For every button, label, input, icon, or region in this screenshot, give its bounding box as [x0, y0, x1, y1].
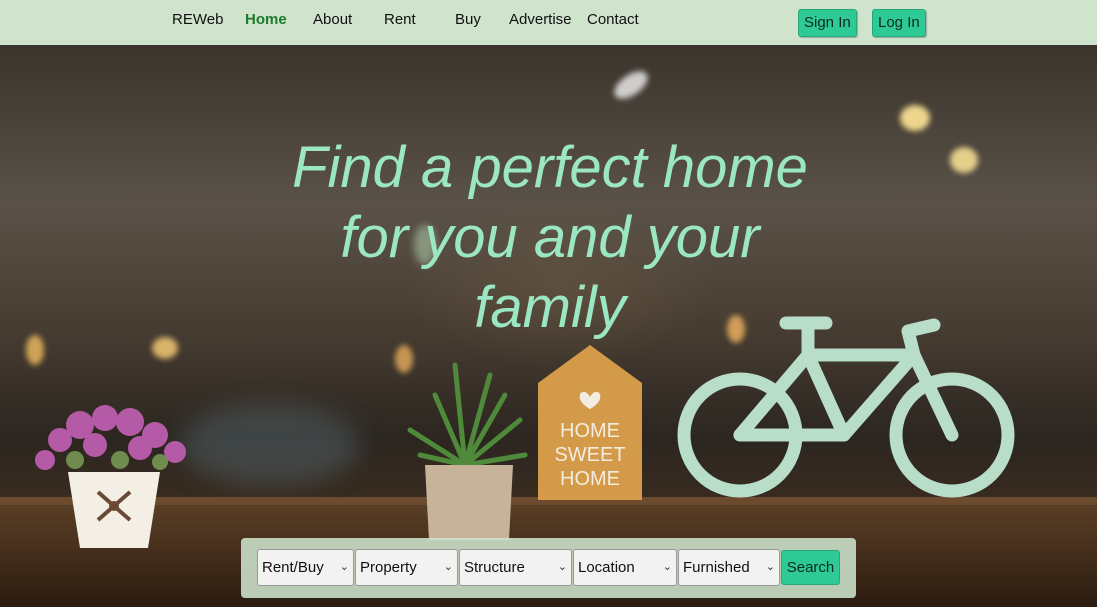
succulent-pot-illustration [407, 362, 528, 540]
property-value: Property [360, 559, 417, 576]
hero-banner: Find a perfect home for you and your fam… [0, 45, 1097, 607]
bokeh-light [152, 337, 178, 359]
sign-in-button[interactable]: Sign In [798, 9, 857, 37]
rent-buy-select[interactable]: Rent/Buy ⌄ [257, 549, 354, 586]
brand-link[interactable]: REWeb [172, 11, 223, 28]
hero-heading-line2: for you and your [340, 205, 760, 270]
furnished-value: Furnished [683, 559, 750, 576]
hero-heading-line1: Find a perfect home [292, 135, 808, 200]
sign-text-line3: HOME [560, 468, 620, 490]
nav-advertise-link[interactable]: Advertise [509, 11, 572, 28]
bokeh-light [609, 65, 653, 105]
sign-text-line2: SWEET [554, 444, 625, 466]
bokeh-light [900, 105, 930, 131]
search-button[interactable]: Search [781, 550, 840, 585]
chevron-down-icon: ⌄ [765, 561, 775, 573]
bokeh-light [950, 147, 978, 173]
bokeh-light [180, 405, 360, 485]
chevron-down-icon: ⌄ [557, 561, 567, 573]
nav-about-link[interactable]: About [313, 11, 352, 28]
flower-pot-illustration [35, 405, 186, 548]
nav-buy-link[interactable]: Buy [455, 11, 481, 28]
property-search-bar: Rent/Buy ⌄ Property ⌄ Structure ⌄ Locati… [241, 538, 856, 598]
top-navbar: REWeb Home About Rent Buy Advertise Cont… [0, 0, 1097, 45]
log-in-button[interactable]: Log In [872, 9, 926, 37]
furnished-select[interactable]: Furnished ⌄ [678, 549, 780, 586]
location-value: Location [578, 559, 635, 576]
bicycle-illustration [677, 316, 1015, 498]
chevron-down-icon: ⌄ [443, 561, 453, 573]
nav-contact-link[interactable]: Contact [587, 11, 639, 28]
nav-rent-link[interactable]: Rent [384, 11, 416, 28]
bokeh-light [26, 335, 44, 365]
structure-value: Structure [464, 559, 525, 576]
property-select[interactable]: Property ⌄ [355, 549, 458, 586]
rent-buy-value: Rent/Buy [262, 559, 324, 576]
nav-home-link[interactable]: Home [245, 11, 287, 28]
sign-text-line1: HOME [560, 420, 620, 442]
chevron-down-icon: ⌄ [662, 561, 672, 573]
chevron-down-icon: ⌄ [339, 561, 349, 573]
home-sweet-home-sign: HOME SWEET HOME [538, 345, 642, 500]
structure-select[interactable]: Structure ⌄ [459, 549, 572, 586]
location-select[interactable]: Location ⌄ [573, 549, 677, 586]
